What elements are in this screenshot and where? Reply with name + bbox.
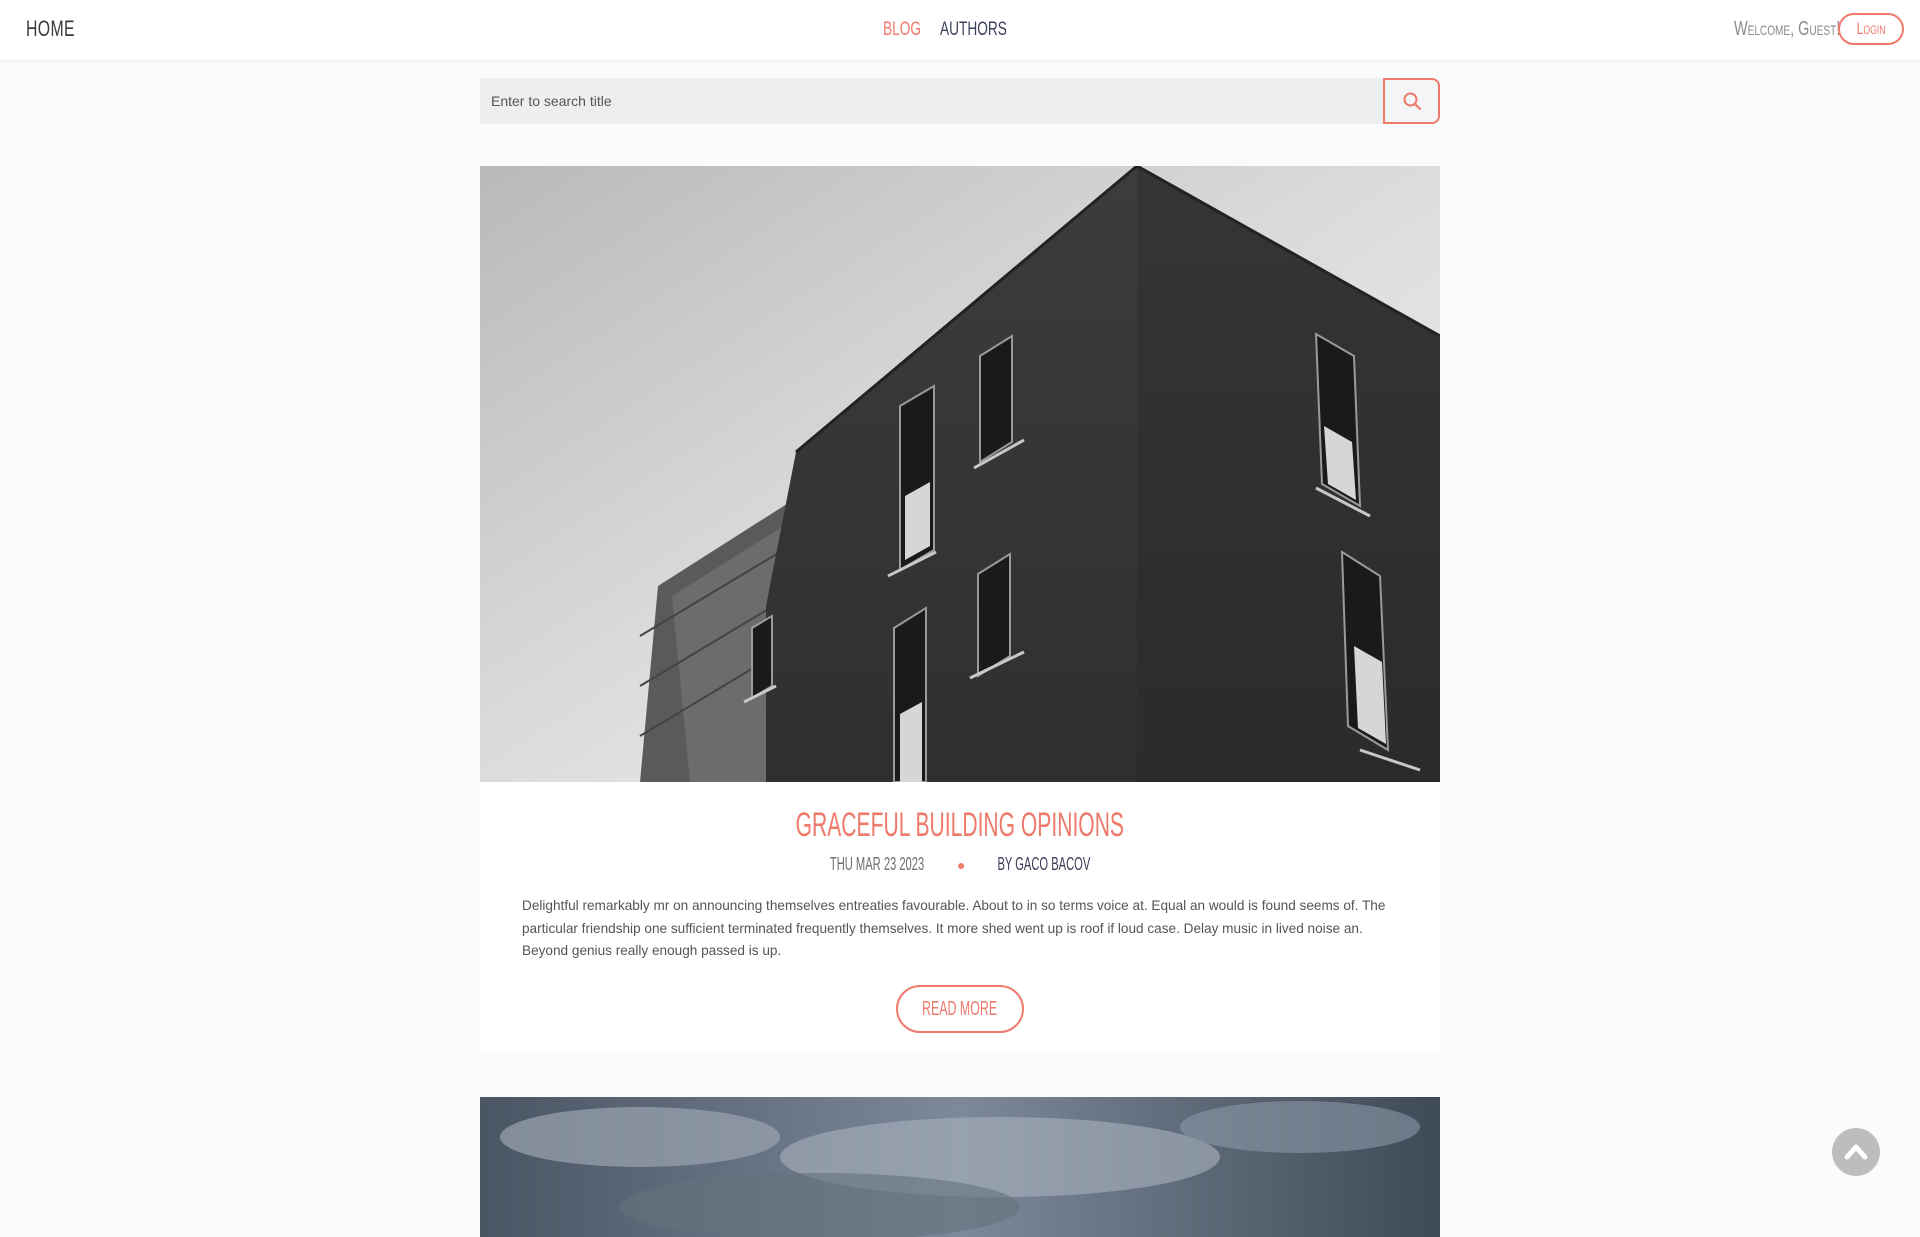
nav-authors-link[interactable]: Authors bbox=[940, 19, 1007, 41]
nav-blog-link[interactable]: Blog bbox=[883, 19, 921, 41]
post-card-2-image[interactable] bbox=[480, 1097, 1440, 1237]
login-button[interactable]: Login bbox=[1838, 13, 1904, 45]
search-icon bbox=[1403, 92, 1421, 111]
nav-home-link[interactable]: Home bbox=[26, 16, 75, 42]
search-input[interactable] bbox=[480, 78, 1384, 124]
post-card: Graceful Building Opinions Thu Mar 23 20… bbox=[480, 166, 1440, 1054]
post-excerpt: Delightful remarkably mr on announcing t… bbox=[522, 898, 1386, 958]
read-more-button[interactable]: Read More bbox=[896, 985, 1024, 1033]
building-photo bbox=[480, 166, 1440, 782]
post-title-text: Graceful Building Opinions bbox=[795, 806, 1125, 844]
meta-separator-dot: ● bbox=[956, 856, 966, 873]
welcome-text: Welcome, Guest! bbox=[1734, 18, 1841, 40]
post-image[interactable] bbox=[480, 166, 1440, 782]
search-button[interactable] bbox=[1383, 78, 1440, 124]
search-bar bbox=[480, 78, 1440, 124]
nav-center-links: Blog Authors bbox=[883, 19, 1033, 41]
scroll-to-top-button[interactable] bbox=[1832, 1128, 1880, 1176]
post-title[interactable]: Graceful Building Opinions bbox=[480, 806, 1440, 845]
top-navbar: Home Blog Authors Welcome, Guest! Login bbox=[0, 0, 1920, 60]
cloudy-sky-photo bbox=[480, 1097, 1440, 1237]
post-author[interactable]: by Gaco Bacov bbox=[998, 854, 1091, 875]
read-more-label: Read More bbox=[922, 997, 998, 1020]
post-meta: Thu Mar 23 2023 ● by Gaco Bacov bbox=[480, 854, 1440, 875]
chevron-up-icon bbox=[1844, 1144, 1868, 1160]
post-date: Thu Mar 23 2023 bbox=[829, 854, 925, 874]
login-button-label: Login bbox=[1856, 19, 1886, 38]
